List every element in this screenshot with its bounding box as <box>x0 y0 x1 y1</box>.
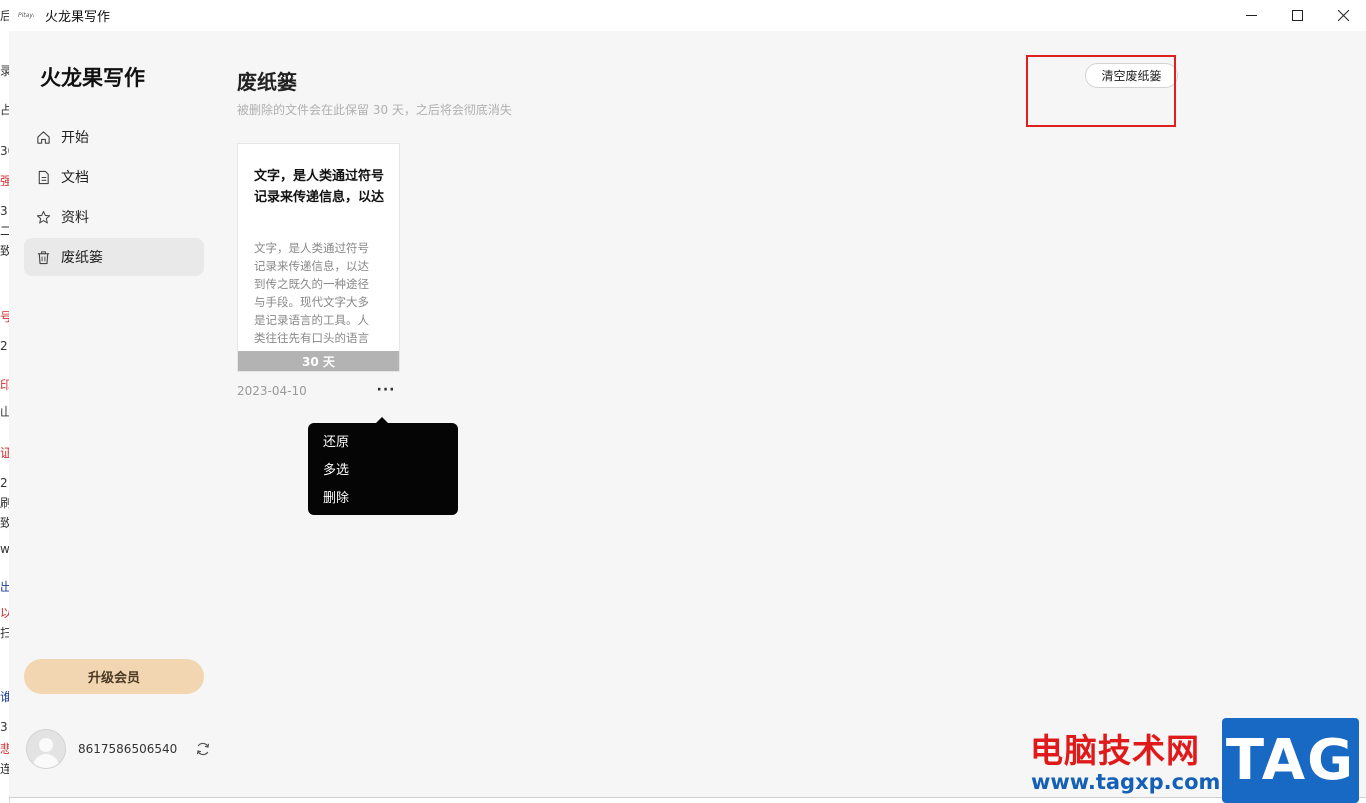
close-icon <box>1337 10 1349 21</box>
card-title: 文字，是人类通过符号记录来传递信息，以达 <box>254 169 385 205</box>
minimize-button[interactable] <box>1228 0 1274 31</box>
maximize-icon <box>1291 10 1303 21</box>
sidebar-item-documents[interactable]: 文档 <box>24 158 204 196</box>
watermark: 电脑技术网 www.tagxp.com TAG <box>1020 718 1366 803</box>
avatar-body-shape <box>33 754 59 768</box>
minimize-icon <box>1245 15 1257 16</box>
user-id: 8617586506540 <box>78 742 178 756</box>
days-remaining-badge: 30 天 <box>238 351 399 371</box>
user-account: 8617586506540 <box>26 729 211 769</box>
sync-icon[interactable] <box>195 741 211 757</box>
page-title: 废纸篓 <box>237 70 297 94</box>
app-icon: Pitaya <box>18 11 34 19</box>
menu-item-restore[interactable]: 还原 <box>308 426 458 454</box>
window-title: 火龙果写作 <box>45 10 111 25</box>
bg-text-fragment: 2 <box>0 476 8 490</box>
home-icon <box>37 130 50 144</box>
sidebar-item-label: 开始 <box>61 130 89 146</box>
bg-text-fragment: 3 <box>0 720 8 734</box>
sidebar-item-label: 废纸篓 <box>61 250 103 266</box>
document-icon <box>38 170 49 184</box>
annotation-highlight-box <box>1026 55 1176 127</box>
menu-item-delete[interactable]: 删除 <box>308 482 458 510</box>
window-controls <box>1228 0 1366 31</box>
sidebar-item-label: 资料 <box>61 210 89 226</box>
sidebar-item-trash[interactable]: 废纸篓 <box>24 238 204 276</box>
watermark-url: www.tagxp.com <box>1031 770 1221 794</box>
context-menu: 还原 多选 删除 <box>308 417 458 515</box>
app-logo: 火龙果写作 <box>40 66 145 90</box>
trash-document-card[interactable]: 文字，是人类通过符号记录来传递信息，以达 文字，是人类通过符号记录来传递信息，以… <box>237 143 400 372</box>
upgrade-membership-button[interactable]: 升级会员 <box>24 659 204 694</box>
sidebar: 火龙果写作 开始 文档 资料 废纸篓 升级会员 8617586506540 <box>9 31 219 797</box>
page-subtitle: 被删除的文件会在此保留 30 天，之后将会彻底消失 <box>237 103 512 117</box>
maximize-button[interactable] <box>1274 0 1320 31</box>
sidebar-item-start[interactable]: 开始 <box>24 118 204 156</box>
bg-text-fragment: 3 <box>0 204 8 218</box>
avatar[interactable] <box>26 729 66 769</box>
more-options-button[interactable]: ··· <box>375 380 397 400</box>
sidebar-nav: 开始 文档 资料 废纸篓 <box>24 118 204 278</box>
app-window: Pitaya 火龙果写作 火龙果写作 开始 文档 <box>9 0 1366 798</box>
bg-text-fragment: 2 <box>0 339 8 353</box>
trash-icon <box>37 250 50 264</box>
watermark-tag-logo: TAG <box>1222 718 1359 803</box>
star-icon <box>36 210 51 223</box>
card-preview-text: 文字，是人类通过符号记录来传递信息，以达到传之既久的一种途径与手段。现代文字大多… <box>254 241 369 343</box>
title-bar: Pitaya 火龙果写作 <box>9 0 1366 31</box>
avatar-head-shape <box>39 738 53 752</box>
sidebar-item-label: 文档 <box>61 170 89 186</box>
menu-item-multi-select[interactable]: 多选 <box>308 454 458 482</box>
watermark-site-name: 电脑技术网 <box>1030 731 1200 770</box>
close-button[interactable] <box>1320 0 1366 31</box>
card-date: 2023-04-10 <box>237 384 307 398</box>
sidebar-item-materials[interactable]: 资料 <box>24 198 204 236</box>
